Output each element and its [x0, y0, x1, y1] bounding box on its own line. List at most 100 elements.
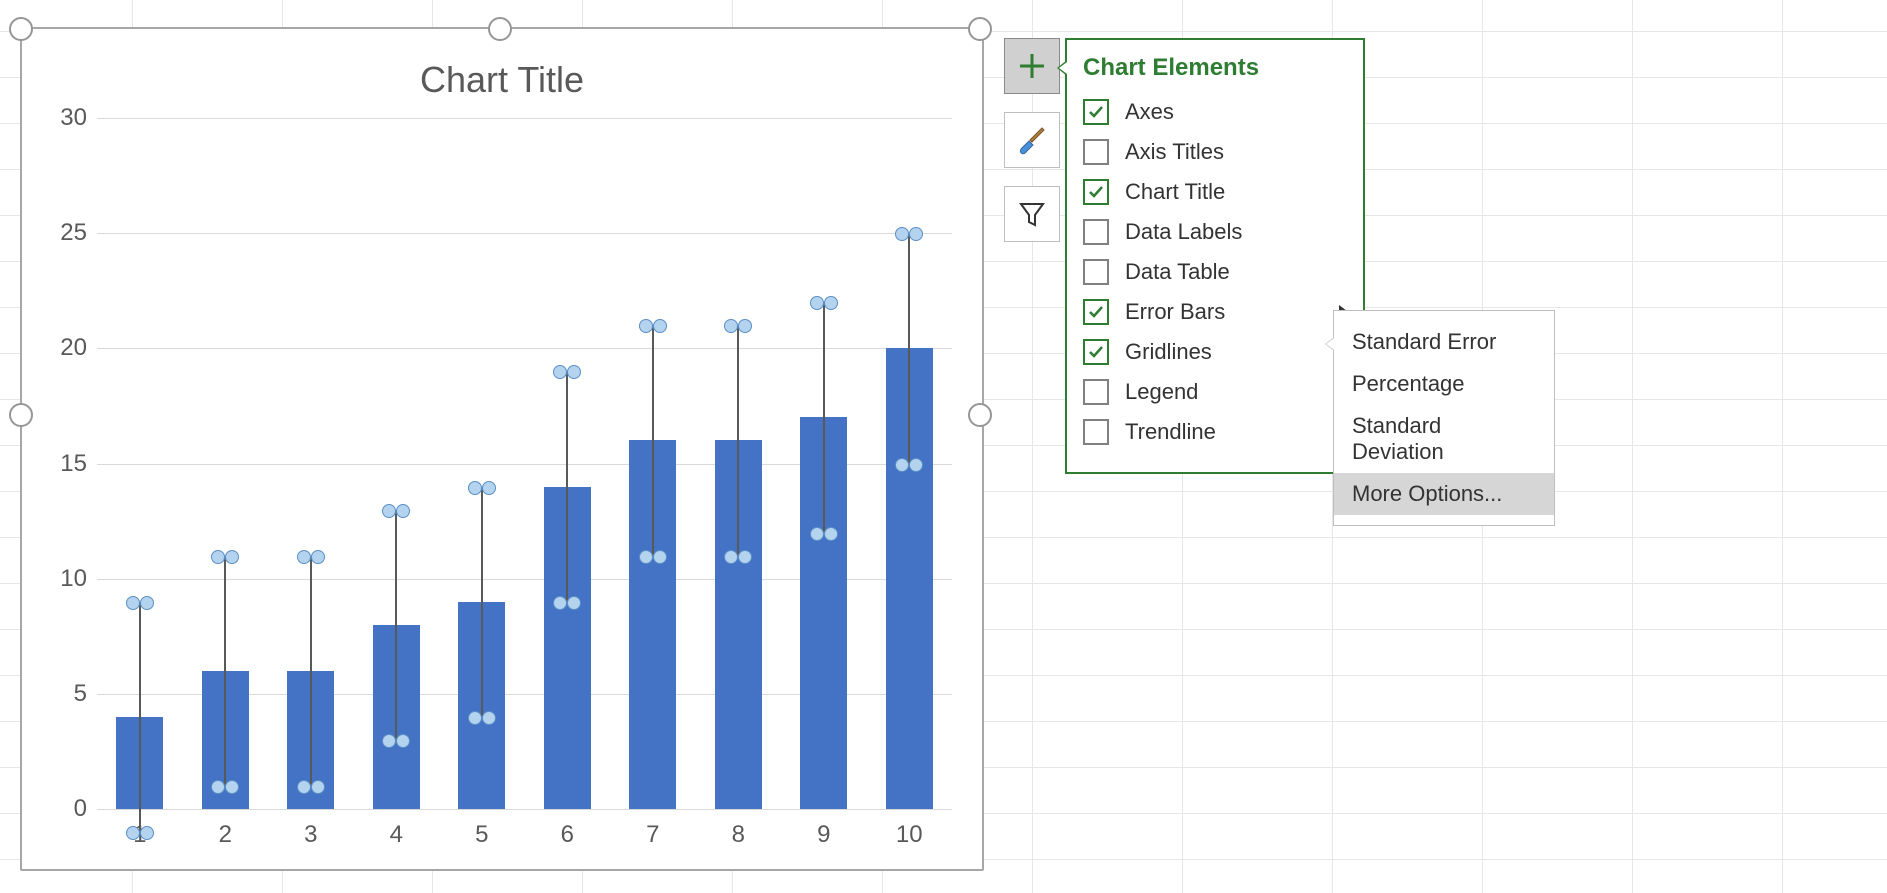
error-bar[interactable]	[566, 371, 568, 601]
error-bar-cap-top[interactable]	[810, 296, 838, 308]
error-bar-cap-top[interactable]	[297, 550, 325, 562]
plot-area[interactable]: 05101520253012345678910	[77, 118, 952, 809]
selection-handle-ml[interactable]	[9, 403, 33, 427]
funnel-icon	[1017, 199, 1047, 229]
chart-elements-item[interactable]: Data Table	[1083, 252, 1347, 292]
error-bar[interactable]	[224, 556, 226, 786]
error-bar[interactable]	[481, 487, 483, 717]
error-bar[interactable]	[652, 325, 654, 555]
bar-slot	[886, 118, 933, 809]
chart-elements-item-label: Axes	[1125, 99, 1174, 125]
selection-handle-tr[interactable]	[968, 17, 992, 41]
panel-callout-notch	[1057, 60, 1067, 76]
plus-icon	[1017, 51, 1047, 81]
y-axis-tick: 0	[42, 795, 87, 823]
error-bars-submenu-item[interactable]: Standard Deviation	[1334, 405, 1554, 473]
error-bar[interactable]	[823, 302, 825, 532]
error-bar-cap-bottom[interactable]	[553, 596, 581, 608]
error-bar-cap-top[interactable]	[895, 227, 923, 239]
error-bars-submenu-item[interactable]: More Options...	[1334, 473, 1554, 515]
submenu-item-label: Standard Error	[1352, 329, 1496, 354]
bar-slot	[116, 118, 163, 809]
error-bar-cap-top[interactable]	[553, 365, 581, 377]
x-axis-tick: 10	[896, 821, 923, 849]
error-bar[interactable]	[908, 233, 910, 463]
checkbox[interactable]	[1083, 139, 1109, 165]
chart-elements-item[interactable]: Trendline	[1083, 412, 1347, 452]
chart-elements-item[interactable]: Data Labels	[1083, 212, 1347, 252]
bar-slot	[458, 118, 505, 809]
error-bars-submenu-item[interactable]: Percentage	[1334, 363, 1554, 405]
error-bar[interactable]	[139, 602, 141, 832]
chart-elements-item[interactable]: Axis Titles	[1083, 132, 1347, 172]
error-bar-cap-top[interactable]	[211, 550, 239, 562]
checkbox[interactable]	[1083, 419, 1109, 445]
x-axis-tick: 9	[817, 821, 830, 849]
chart-elements-item[interactable]: Axes	[1083, 92, 1347, 132]
y-axis-tick: 15	[42, 450, 87, 478]
gridline	[97, 809, 952, 810]
selection-handle-mr[interactable]	[968, 403, 992, 427]
error-bar-cap-top[interactable]	[468, 481, 496, 493]
chart-elements-panel: Chart Elements Axes Axis TitlesChart Titl…	[1065, 38, 1365, 474]
checkbox[interactable]	[1083, 259, 1109, 285]
check-icon	[1088, 184, 1104, 200]
x-axis-tick: 2	[219, 821, 232, 849]
chart-elements-item[interactable]: Error Bars	[1083, 292, 1347, 332]
chart-elements-item-label: Trendline	[1125, 419, 1216, 445]
x-axis-tick: 7	[646, 821, 659, 849]
error-bar[interactable]	[395, 510, 397, 740]
bar-slot	[287, 118, 334, 809]
chart-elements-item-label: Data Table	[1125, 259, 1230, 285]
error-bar-cap-bottom[interactable]	[724, 550, 752, 562]
chart-elements-button[interactable]	[1004, 38, 1060, 94]
checkbox[interactable]	[1083, 339, 1109, 365]
error-bar-cap-bottom[interactable]	[126, 826, 154, 838]
checkbox[interactable]	[1083, 379, 1109, 405]
error-bar-cap-top[interactable]	[724, 319, 752, 331]
submenu-callout-notch	[1325, 337, 1334, 351]
chart-elements-item[interactable]: Chart Title	[1083, 172, 1347, 212]
chart-title[interactable]: Chart Title	[22, 59, 982, 101]
error-bars-submenu: Standard Error Percentage Standard Deviati…	[1333, 310, 1555, 526]
checkbox[interactable]	[1083, 179, 1109, 205]
error-bar-cap-bottom[interactable]	[297, 780, 325, 792]
x-axis-tick: 5	[475, 821, 488, 849]
error-bar-cap-bottom[interactable]	[382, 734, 410, 746]
submenu-item-label: Standard Deviation	[1352, 413, 1444, 464]
error-bar-cap-top[interactable]	[382, 504, 410, 516]
error-bar[interactable]	[737, 325, 739, 555]
error-bar[interactable]	[310, 556, 312, 786]
error-bar-cap-bottom[interactable]	[468, 711, 496, 723]
checkbox[interactable]	[1083, 219, 1109, 245]
chart-elements-item[interactable]: Legend	[1083, 372, 1347, 412]
error-bars-submenu-item[interactable]: Standard Error	[1334, 321, 1554, 363]
submenu-item-label: More Options...	[1352, 481, 1502, 506]
chart-styles-button[interactable]	[1004, 112, 1060, 168]
bar-slot	[544, 118, 591, 809]
error-bar-cap-bottom[interactable]	[639, 550, 667, 562]
chart-filter-button[interactable]	[1004, 186, 1060, 242]
y-axis-tick: 25	[42, 219, 87, 247]
chart-elements-title: Chart Elements	[1083, 54, 1347, 82]
selection-handle-tm[interactable]	[488, 17, 512, 41]
check-icon	[1088, 344, 1104, 360]
error-bar-cap-bottom[interactable]	[810, 527, 838, 539]
selection-handle-tl[interactable]	[9, 17, 33, 41]
y-axis-tick: 20	[42, 334, 87, 362]
paintbrush-icon	[1016, 124, 1048, 156]
y-axis-tick: 5	[42, 680, 87, 708]
error-bar-cap-top[interactable]	[126, 596, 154, 608]
checkbox[interactable]	[1083, 299, 1109, 325]
bar-slot	[800, 118, 847, 809]
error-bar-cap-top[interactable]	[639, 319, 667, 331]
chart-elements-item-label: Error Bars	[1125, 299, 1225, 325]
chart-object[interactable]: Chart Title 05101520253012345678910	[20, 27, 984, 871]
error-bar-cap-bottom[interactable]	[211, 780, 239, 792]
bar-slot	[629, 118, 676, 809]
chart-elements-item[interactable]: Gridlines	[1083, 332, 1347, 372]
error-bar-cap-bottom[interactable]	[895, 458, 923, 470]
checkbox[interactable]	[1083, 99, 1109, 125]
bar-slot	[202, 118, 249, 809]
x-axis-tick: 8	[732, 821, 745, 849]
